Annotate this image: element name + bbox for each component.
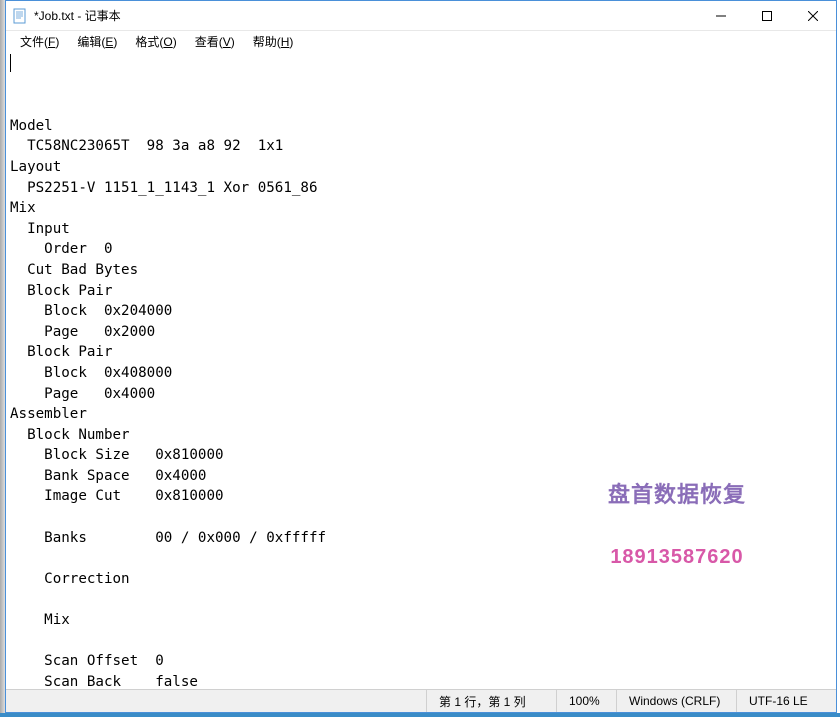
text-cursor — [10, 54, 11, 72]
titlebar[interactable]: *Job.txt - 记事本 — [6, 1, 836, 31]
status-zoom: 100% — [556, 690, 616, 712]
minimize-button[interactable] — [698, 1, 744, 31]
status-line-ending: Windows (CRLF) — [616, 690, 736, 712]
menubar: 文件(F) 编辑(E) 格式(O) 查看(V) 帮助(H) — [6, 31, 836, 52]
text-area[interactable]: Model TC58NC23065T 98 3a a8 92 1x1 Layou… — [6, 52, 836, 689]
menu-help[interactable]: 帮助(H) — [245, 31, 302, 52]
status-position: 第 1 行，第 1 列 — [426, 690, 556, 712]
notepad-icon — [12, 8, 28, 24]
notepad-window: *Job.txt - 记事本 文件(F) 编辑(E) 格式(O) 查看(V) 帮… — [5, 0, 837, 713]
window-controls — [698, 1, 836, 30]
statusbar: 第 1 行，第 1 列 100% Windows (CRLF) UTF-16 L… — [6, 689, 836, 712]
taskbar-edge — [0, 713, 840, 717]
document-text: Model TC58NC23065T 98 3a a8 92 1x1 Layou… — [10, 116, 832, 689]
status-encoding: UTF-16 LE — [736, 690, 836, 712]
menu-edit[interactable]: 编辑(E) — [69, 31, 125, 52]
maximize-button[interactable] — [744, 1, 790, 31]
menu-format[interactable]: 格式(O) — [127, 31, 184, 52]
close-button[interactable] — [790, 1, 836, 31]
menu-file[interactable]: 文件(F) — [12, 31, 67, 52]
window-title: *Job.txt - 记事本 — [34, 7, 698, 24]
menu-view[interactable]: 查看(V) — [187, 31, 243, 52]
